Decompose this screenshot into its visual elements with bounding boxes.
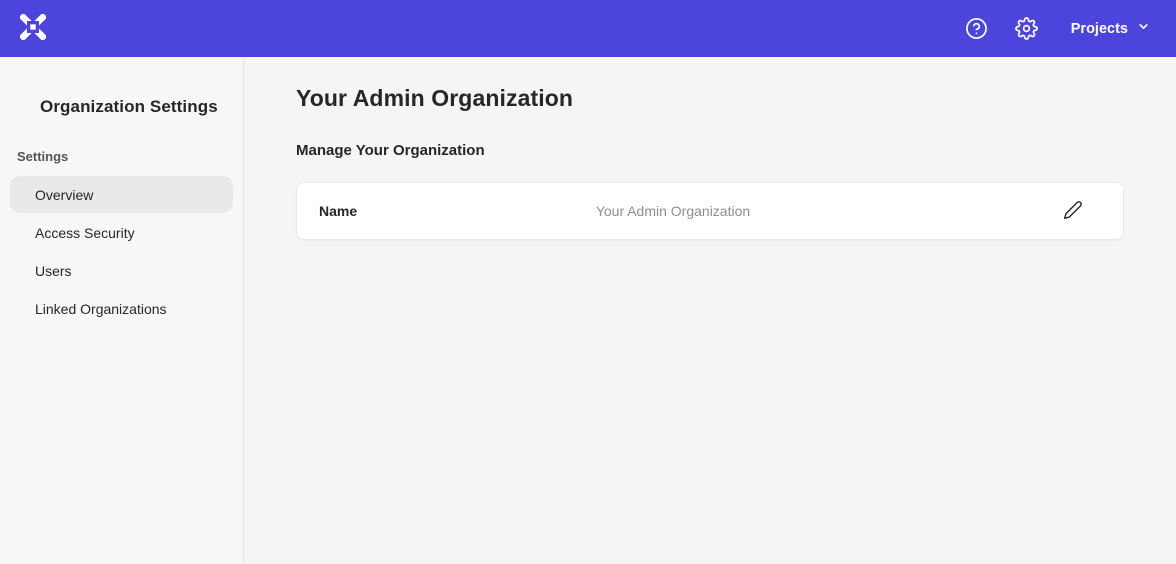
projects-dropdown[interactable]: Projects bbox=[1071, 20, 1150, 37]
help-icon bbox=[965, 17, 988, 40]
projects-label: Projects bbox=[1071, 21, 1128, 37]
edit-name-button[interactable] bbox=[1063, 201, 1083, 221]
sidebar-item-linked-organizations[interactable]: Linked Organizations bbox=[10, 290, 233, 327]
sidebar-nav: Overview Access Security Users Linked Or… bbox=[0, 176, 243, 327]
app-root: Projects Organization Settings Settings … bbox=[0, 0, 1176, 564]
top-nav-bar: Projects bbox=[0, 0, 1176, 57]
section-title: Manage Your Organization bbox=[296, 141, 1124, 160]
pencil-icon bbox=[1063, 200, 1083, 223]
main-content: Your Admin Organization Manage Your Orga… bbox=[244, 57, 1176, 564]
name-value: Your Admin Organization bbox=[319, 203, 1027, 219]
brand-x-icon bbox=[20, 14, 46, 43]
sidebar-item-overview[interactable]: Overview bbox=[10, 176, 233, 213]
chevron-down-icon bbox=[1137, 20, 1150, 37]
page-body: Organization Settings Settings Overview … bbox=[0, 57, 1176, 564]
org-name-card: Name Your Admin Organization bbox=[296, 182, 1124, 240]
sidebar-title: Organization Settings bbox=[40, 97, 243, 117]
sidebar-section-label: Settings bbox=[17, 149, 243, 164]
sidebar-item-users[interactable]: Users bbox=[10, 252, 233, 289]
settings-button[interactable] bbox=[1015, 17, 1039, 41]
brand-logo-button[interactable] bbox=[20, 14, 46, 43]
page-title: Your Admin Organization bbox=[296, 83, 1124, 113]
sidebar: Organization Settings Settings Overview … bbox=[0, 57, 244, 564]
sidebar-item-access-security[interactable]: Access Security bbox=[10, 214, 233, 251]
help-button[interactable] bbox=[965, 17, 989, 41]
topbar-actions: Projects bbox=[965, 17, 1150, 41]
name-label: Name bbox=[319, 203, 357, 219]
gear-icon bbox=[1015, 17, 1038, 40]
